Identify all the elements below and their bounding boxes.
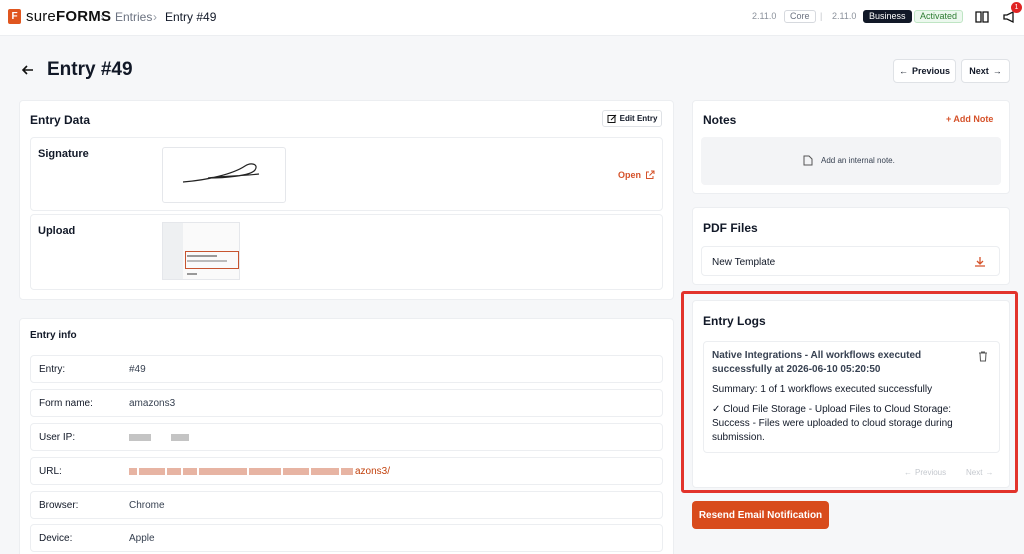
top-bar: F sureFORMS › Entries › Entry #49 2.11.0…	[0, 0, 1024, 36]
business-badge: Business	[863, 10, 912, 23]
sureforms-logo-icon: F	[8, 9, 21, 24]
chevron-right-icon: ›	[100, 10, 104, 24]
core-version: 2.11.0	[752, 11, 777, 21]
arrow-right-icon: →	[992, 66, 1002, 76]
info-value: Apple	[129, 533, 155, 544]
redacted-block	[249, 467, 281, 475]
thumbnail-sidebar	[163, 223, 183, 279]
back-arrow-icon[interactable]	[20, 62, 36, 78]
info-key: Device:	[39, 533, 73, 544]
signature-label: Signature	[38, 148, 89, 160]
business-version: 2.11.0	[832, 11, 857, 21]
redacted-block	[129, 467, 137, 475]
edit-entry-label: Edit Entry	[619, 114, 658, 123]
thumbnail-line	[187, 260, 227, 262]
version-divider: |	[820, 11, 823, 21]
upload-label: Upload	[38, 225, 76, 237]
previous-entry-button[interactable]: ← Previous	[893, 59, 956, 83]
breadcrumb-entries[interactable]: Entries	[115, 10, 152, 24]
upload-thumbnail[interactable]	[162, 222, 240, 280]
thumbnail-line	[187, 255, 217, 257]
external-link-icon	[646, 170, 655, 179]
entry-logs-highlight	[681, 291, 1018, 493]
pdf-files-title: PDF Files	[703, 221, 758, 235]
note-icon	[803, 155, 813, 166]
info-key: Form name:	[39, 398, 93, 409]
info-key: User IP:	[39, 432, 76, 443]
entry-data-title: Entry Data	[30, 113, 91, 127]
open-label: Open	[618, 170, 642, 180]
brand-name-light: sure	[26, 8, 56, 25]
add-note-button[interactable]: + Add Note	[946, 114, 993, 124]
brand-name[interactable]: sureFORMS	[26, 8, 111, 25]
resend-email-notification-button[interactable]: Resend Email Notification	[692, 501, 829, 529]
edit-entry-button[interactable]: Edit Entry	[602, 110, 662, 127]
core-badge: Core	[784, 10, 816, 23]
notes-empty-text: Add an internal note.	[821, 156, 895, 165]
redacted-block	[183, 467, 197, 475]
info-row-entry: Entry: #49	[30, 355, 663, 383]
redacted-block	[283, 467, 309, 475]
entry-info-title: Entry info	[30, 330, 77, 341]
info-value-url[interactable]: azons3/	[129, 466, 390, 477]
next-entry-label: Next	[969, 66, 989, 76]
redacted-block	[139, 467, 165, 475]
url-suffix: azons3/	[355, 466, 391, 477]
next-entry-button[interactable]: Next →	[961, 59, 1010, 83]
redacted-block	[129, 433, 151, 441]
edit-icon	[607, 114, 616, 123]
info-value: #49	[129, 364, 146, 375]
book-icon[interactable]	[974, 9, 990, 25]
info-key: Entry:	[39, 364, 66, 375]
redacted-block	[341, 467, 353, 475]
arrow-left-icon: ←	[898, 66, 908, 76]
redacted-block	[311, 467, 339, 475]
pdf-template-name: New Template	[712, 257, 776, 268]
info-row-browser: Browser: Chrome	[30, 491, 663, 519]
open-signature-link[interactable]: Open	[618, 170, 655, 180]
redacted-block	[170, 433, 189, 441]
info-row-url: URL: azons3/	[30, 457, 663, 485]
info-value: Chrome	[129, 500, 165, 511]
info-key: URL:	[39, 466, 62, 477]
info-row-form-name: Form name: amazons3	[30, 389, 663, 417]
notes-title: Notes	[703, 113, 737, 127]
info-value: amazons3	[129, 398, 176, 409]
signature-field	[30, 137, 663, 211]
info-row-user-ip: User IP:	[30, 423, 663, 451]
chevron-right-icon: ›	[153, 10, 157, 24]
breadcrumb-current: Entry #49	[165, 10, 217, 24]
redacted-block	[199, 467, 247, 475]
previous-entry-label: Previous	[911, 66, 951, 76]
info-key: Browser:	[39, 500, 79, 511]
activated-badge: Activated	[914, 10, 964, 23]
signature-image[interactable]	[162, 147, 286, 203]
download-icon[interactable]	[974, 256, 986, 268]
signature-stroke	[182, 163, 260, 183]
notification-count-badge: 1	[1011, 2, 1022, 13]
pdf-template-row[interactable]: New Template	[701, 246, 1000, 276]
redacted-block	[167, 467, 181, 475]
info-value-redacted	[129, 432, 191, 443]
page-title: Entry #49	[47, 59, 133, 80]
upload-field	[30, 214, 663, 290]
notes-empty-area[interactable]: Add an internal note.	[701, 137, 1001, 185]
info-row-device: Device: Apple	[30, 524, 663, 552]
thumbnail-line	[187, 273, 197, 275]
